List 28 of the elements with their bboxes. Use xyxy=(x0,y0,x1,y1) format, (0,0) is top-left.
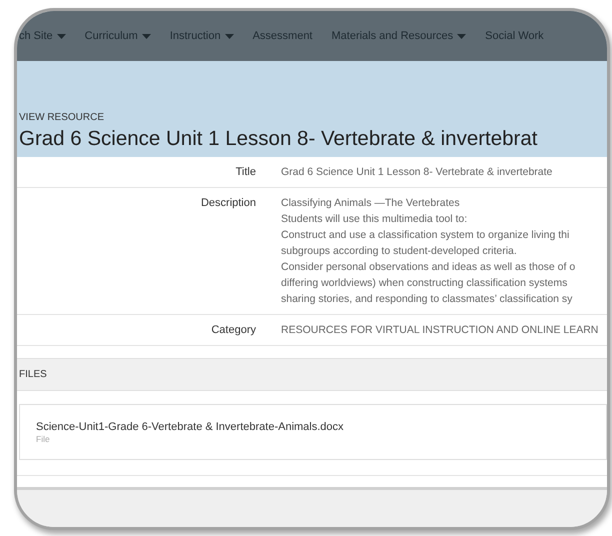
nav-link[interactable]: Assessment xyxy=(252,28,312,44)
caret-icon xyxy=(56,34,66,38)
nav-link[interactable]: Materials and Resources xyxy=(332,28,466,44)
eyebrow-label: VIEW RESOURCE xyxy=(19,111,106,125)
field-value: Classifying Animals —The Vertebrates xyxy=(281,196,461,211)
field-value: Students will use this multimedia tool to: xyxy=(281,212,468,227)
section-title: FILES xyxy=(19,368,47,382)
file-card[interactable]: Science-Unit1-Grade 6-Vertebrate & Invertebrate-Animals.docx File xyxy=(19,404,607,460)
field-value: Consider personal observations and ideas as well as those of o xyxy=(281,260,576,275)
field-value: sharing stories, and responding to classmates’ classification sy xyxy=(281,292,574,307)
caret-icon xyxy=(457,34,466,38)
field-label: Description xyxy=(200,196,256,211)
field-value: differing worldviews) when constructing classification systems xyxy=(281,276,568,291)
field-label: Category xyxy=(210,323,256,338)
field-value: Grad 6 Science Unit 1 Lesson 8- Vertebrate & invertebrate xyxy=(281,165,552,180)
field-value: subgroups according to student-developed criteria. xyxy=(281,244,518,259)
caret-icon xyxy=(224,34,234,38)
field-value: RESOURCES FOR VIRTUAL INSTRUCTION AND ONLINE LEARN xyxy=(281,323,598,338)
caret-icon xyxy=(142,34,151,38)
nav-link[interactable]: Social Work xyxy=(485,28,544,44)
page-title: Grad 6 Science Unit 1 Lesson 8- Vertebrate & invertebrat xyxy=(19,126,538,152)
field-value: Construct and use a classification system to organize living thi xyxy=(281,228,570,243)
field-label: Title xyxy=(234,165,256,180)
file-type: File xyxy=(36,434,51,444)
nav-link[interactable]: ch Site xyxy=(19,28,66,44)
nav-link[interactable]: Instruction xyxy=(170,28,234,44)
file-name: Science-Unit1-Grade 6-Vertebrate & Invertebrate-Animals.docx xyxy=(36,420,345,434)
nav-link[interactable]: Curriculum xyxy=(84,28,151,44)
